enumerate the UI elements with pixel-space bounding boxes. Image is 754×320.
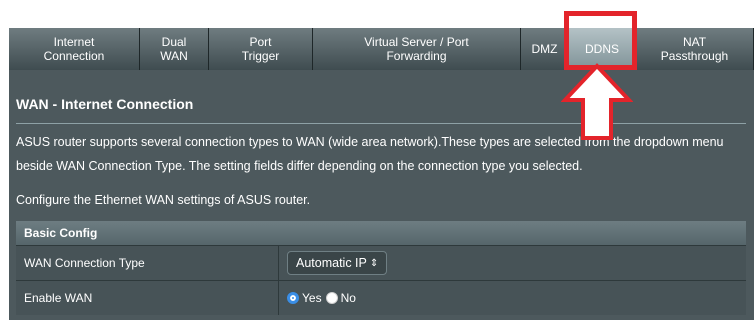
up-arrow-icon (561, 63, 633, 140)
enable-wan-cell: Yes No (279, 281, 746, 315)
page-description: ASUS router supports several connection … (16, 135, 724, 173)
basic-config-header: Basic Config (16, 221, 746, 245)
wan-connection-type-value: Automatic IP (296, 256, 367, 270)
enable-wan-label: Enable WAN (16, 281, 279, 315)
enable-wan-yes-label: Yes (302, 291, 322, 305)
table-row: WAN Connection Type Automatic IP ⇕ (16, 245, 746, 280)
select-arrow-icon: ⇕ (369, 257, 379, 269)
title-divider (16, 123, 746, 124)
page-subtext: Configure the Ethernet WAN settings of A… (16, 193, 311, 207)
table-row: Enable WAN Yes No (16, 280, 746, 315)
enable-wan-no-label: No (340, 291, 356, 305)
tab-bar: Internet Connection Dual WAN Port Trigge… (9, 28, 754, 70)
enable-wan-no-radio[interactable] (325, 292, 338, 304)
wan-connection-type-select[interactable]: Automatic IP ⇕ (287, 251, 388, 275)
enable-wan-radio-group: Yes No (287, 291, 360, 305)
tab-internet-connection[interactable]: Internet Connection (9, 28, 140, 70)
tab-nat-passthrough[interactable]: NAT Passthrough (636, 28, 754, 70)
page-title: WAN - Internet Connection (16, 96, 194, 112)
wan-connection-type-cell: Automatic IP ⇕ (279, 246, 746, 280)
tab-dual-wan[interactable]: Dual WAN (140, 28, 209, 70)
basic-config-table: Basic Config WAN Connection Type Automat… (16, 221, 746, 315)
tab-port-trigger[interactable]: Port Trigger (209, 28, 313, 70)
enable-wan-yes-radio[interactable] (287, 292, 299, 304)
wan-connection-type-label: WAN Connection Type (16, 246, 279, 280)
tab-virtual-server[interactable]: Virtual Server / Port Forwarding (313, 28, 521, 70)
